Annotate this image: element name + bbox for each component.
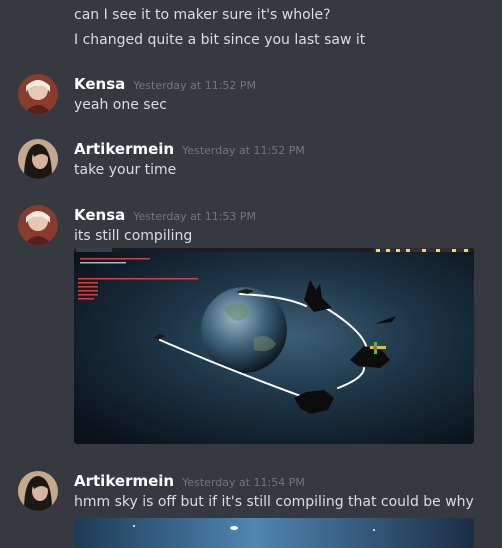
avatar[interactable] xyxy=(18,139,58,179)
username[interactable]: Kensa xyxy=(74,206,125,224)
timestamp: Yesterday at 11:54 PM xyxy=(182,476,305,489)
timestamp: Yesterday at 11:53 PM xyxy=(133,210,257,223)
image-attachment[interactable] xyxy=(74,518,474,548)
timestamp: Yesterday at 11:52 PM xyxy=(133,79,257,92)
message-text: take your time xyxy=(74,162,177,178)
image-attachment[interactable] xyxy=(74,248,474,444)
timestamp: Yesterday at 11:52 PM xyxy=(182,144,305,157)
message-text: its still compiling xyxy=(74,228,193,244)
message-text: I changed quite a bit since you last saw… xyxy=(74,32,366,48)
username[interactable]: Artikermein xyxy=(74,140,174,158)
message-text: yeah one sec xyxy=(74,97,167,113)
username[interactable]: Artikermein xyxy=(74,472,174,490)
message-text: can I see it to maker sure it's whole? xyxy=(74,7,331,23)
avatar[interactable] xyxy=(18,471,58,511)
username[interactable]: Kensa xyxy=(74,75,125,93)
avatar[interactable] xyxy=(18,74,58,114)
avatar[interactable] xyxy=(18,205,58,245)
message-text: hmm sky is off but if it's still compili… xyxy=(74,494,474,510)
